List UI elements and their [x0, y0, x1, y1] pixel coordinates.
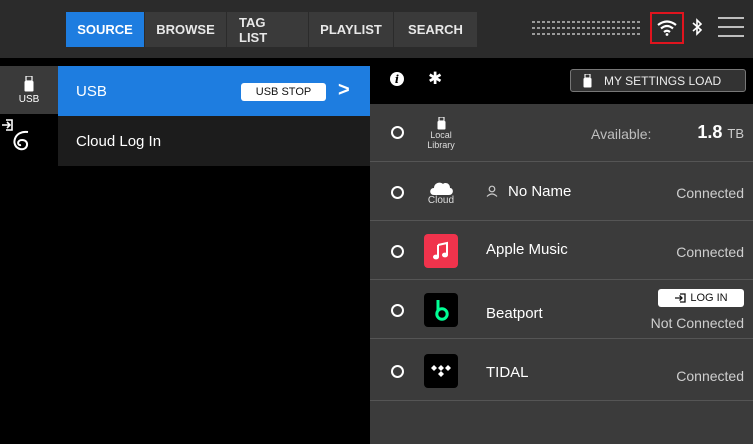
available-label: Available:: [591, 126, 652, 142]
cloud-icon: Cloud: [424, 171, 458, 215]
service-row-tidal[interactable]: TIDAL Connected: [370, 340, 753, 401]
service-name: TIDAL: [486, 364, 529, 381]
user-icon: [486, 185, 498, 197]
bluetooth-icon[interactable]: [692, 18, 703, 40]
service-name: Beatport: [486, 305, 543, 322]
local-library-label-line1: Local: [430, 129, 452, 140]
service-list: Local Library Available: 1.8 TB Cloud No…: [370, 104, 753, 444]
source-usb-label: USB: [76, 82, 107, 100]
service-row-beatport[interactable]: Beatport LOG IN Not Connected: [370, 281, 753, 339]
tab-tag-list[interactable]: TAG LIST: [227, 12, 309, 47]
source-item-usb[interactable]: USB USB STOP >: [58, 66, 370, 116]
local-library-icon: Local Library: [424, 110, 458, 156]
source-list: USB USB STOP > Cloud Log In: [58, 58, 370, 444]
status-text: Not Connected: [650, 315, 744, 331]
service-row-cloud[interactable]: Cloud No Name Connected: [370, 163, 753, 221]
status-text: Connected: [676, 244, 744, 260]
my-settings-load-button[interactable]: MY SETTINGS LOAD: [570, 69, 746, 92]
radio-button[interactable]: [391, 126, 404, 139]
available-value: 1.8 TB: [697, 122, 744, 143]
tab-playlist[interactable]: PLAYLIST: [309, 12, 394, 47]
cloud-icon-label: Cloud: [427, 195, 455, 206]
menu-icon[interactable]: [718, 17, 744, 39]
radio-button[interactable]: [391, 186, 404, 199]
strip-cloud-item[interactable]: [0, 116, 58, 166]
available-number: 1.8: [697, 122, 723, 142]
wifi-button[interactable]: [650, 12, 684, 44]
local-library-label-line2: Library: [427, 139, 455, 150]
status-text: Connected: [676, 368, 744, 384]
status-display: [532, 21, 640, 37]
status-text: Connected: [676, 185, 744, 201]
beatport-icon: [424, 293, 458, 327]
tab-bar: SOURCE BROWSE TAG LIST PLAYLIST SEARCH: [66, 12, 478, 47]
apple-music-icon: [424, 234, 458, 268]
source-item-cloud-login[interactable]: Cloud Log In: [58, 116, 370, 166]
gear-icon[interactable]: ✱: [428, 69, 442, 89]
service-name: Apple Music: [486, 241, 568, 258]
source-strip: USB: [0, 58, 58, 444]
usb-stop-button[interactable]: USB STOP: [241, 83, 326, 101]
info-icon[interactable]: i: [390, 72, 404, 86]
strip-usb-item[interactable]: USB: [0, 66, 58, 114]
service-row-apple-music[interactable]: Apple Music Connected: [370, 222, 753, 280]
radio-button[interactable]: [391, 245, 404, 258]
usb-stick-icon: [24, 75, 34, 91]
wifi-icon: [657, 20, 677, 36]
login-button[interactable]: LOG IN: [658, 289, 744, 307]
chevron-right-icon[interactable]: >: [338, 79, 350, 102]
strip-usb-label: USB: [18, 93, 40, 105]
source-cloud-label: Cloud Log In: [76, 132, 162, 150]
tidal-icon: [424, 354, 458, 388]
tab-source[interactable]: SOURCE: [66, 12, 145, 47]
my-settings-load-label: MY SETTINGS LOAD: [604, 73, 722, 88]
cloud-login-icon: [2, 119, 29, 151]
login-icon: [675, 293, 686, 303]
radio-button[interactable]: [391, 365, 404, 378]
available-unit: TB: [727, 126, 744, 141]
tab-browse[interactable]: BROWSE: [145, 12, 227, 47]
top-bar: SOURCE BROWSE TAG LIST PLAYLIST SEARCH: [0, 0, 753, 58]
service-row-local-library[interactable]: Local Library Available: 1.8 TB: [370, 104, 753, 162]
cloud-account-name: No Name: [508, 183, 572, 200]
login-label: LOG IN: [690, 292, 728, 304]
radio-button[interactable]: [391, 304, 404, 317]
tab-search[interactable]: SEARCH: [394, 12, 478, 47]
usb-stick-icon: [583, 73, 592, 87]
